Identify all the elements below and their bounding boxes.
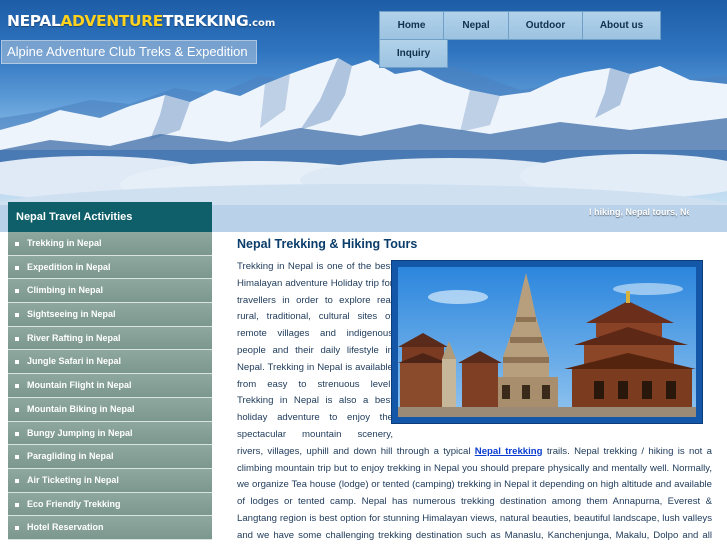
site-logo[interactable]: NEPALADVENTURETREKKING.com [7,10,275,32]
sidebar-menu: Trekking in Nepal Expedition in Nepal Cl… [8,232,212,540]
square-bullet-icon [15,431,19,436]
temple-photo-image [398,267,696,417]
temple-photo [391,260,703,424]
sidebar-item-label: Sightseeing in Nepal [27,309,116,320]
sidebar-item-climbing[interactable]: Climbing in Nepal [8,279,212,304]
logo-text-trekking: TREKKING [162,12,249,30]
sidebar-item-paragliding[interactable]: Paragliding in Nepal [8,445,212,469]
sidebar-item-label: Eco Friendly Trekking [27,498,121,509]
sidebar-item-label: Hotel Reservation [27,522,104,533]
square-bullet-icon [15,360,19,365]
sidebar-item-label: Trekking in Nepal [27,238,102,248]
nepal-trekking-link[interactable]: Nepal trekking [475,446,543,457]
sidebar-item-label: Bungy Jumping in Nepal [27,427,133,438]
sidebar-item-trekking[interactable]: Trekking in Nepal [8,232,212,256]
sidebar-item-bungy-jumping[interactable]: Bungy Jumping in Nepal [8,421,212,446]
sidebar-item-rafting[interactable]: River Rafting in Nepal [8,326,212,351]
square-bullet-icon [15,455,19,460]
sidebar-item-air-ticketing[interactable]: Air Ticketing in Nepal [8,468,212,493]
sidebar-item-eco-trekking[interactable]: Eco Friendly Trekking [8,492,212,517]
sidebar-item-label: Paragliding in Nepal [27,451,114,462]
site-tagline: Alpine Adventure Club Treks & Expedition [1,40,257,64]
nav-home-button[interactable]: Home [379,11,444,40]
square-bullet-icon [15,242,19,246]
sidebar-title: Nepal Travel Activities [8,202,212,232]
square-bullet-icon [15,526,19,531]
nav-nepal-button[interactable]: Nepal [443,11,509,40]
square-bullet-icon [15,313,19,318]
sidebar-item-label: Climbing in Nepal [27,285,104,296]
square-bullet-icon [15,265,19,270]
sidebar-item-label: River Rafting in Nepal [27,332,121,343]
sidebar-item-hotel-reservation[interactable]: Hotel Reservation [8,516,212,540]
square-bullet-icon [15,407,19,412]
square-bullet-icon [15,478,19,483]
logo-text-adventure: ADVENTURE [60,12,163,30]
square-bullet-icon [15,502,19,507]
sidebar-item-label: Expedition in Nepal [27,261,111,272]
sidebar-item-expedition[interactable]: Expedition in Nepal [8,255,212,280]
main-content: Nepal Trekking & Hiking Tours Trekking i… [221,232,727,545]
sidebar-item-label: Mountain Flight in Nepal [27,380,132,391]
nav-inquiry-button[interactable]: Inquiry [379,39,448,68]
logo-text-nepal: NEPAL [7,12,61,30]
sidebar-item-label: Mountain Biking in Nepal [27,403,135,414]
logo-text-suffix: .com [248,18,276,29]
square-bullet-icon [15,336,19,341]
nav-outdoor-button[interactable]: Outdoor [508,11,583,40]
page-title: Nepal Trekking & Hiking Tours [237,237,418,251]
sidebar-item-jungle-safari[interactable]: Jungle Safari in Nepal [8,350,212,375]
sidebar-item-label: Air Ticketing in Nepal [27,474,119,485]
sidebar-item-label: Jungle Safari in Nepal [27,356,122,367]
square-bullet-icon [15,384,19,389]
square-bullet-icon [15,289,19,294]
sidebar-item-sightseeing[interactable]: Sightseeing in Nepal [8,303,212,327]
sidebar-item-mountain-biking[interactable]: Mountain Biking in Nepal [8,397,212,422]
sidebar-item-mountain-flight[interactable]: Mountain Flight in Nepal [8,374,212,398]
keyword-ticker: l hiking, Nepal tours, Ne [589,207,689,217]
paragraph-text-end: trails. Nepal trekking / hiking is not a… [237,445,712,541]
nav-about-button[interactable]: About us [582,11,661,40]
